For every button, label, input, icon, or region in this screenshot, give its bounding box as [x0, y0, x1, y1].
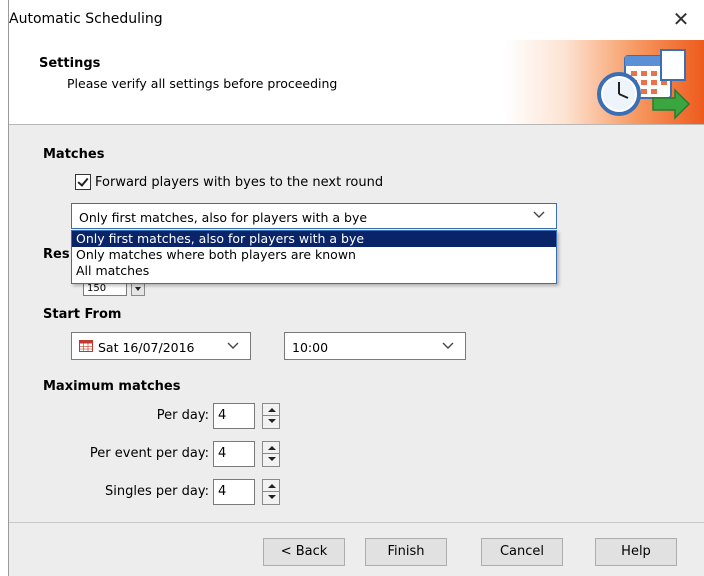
match-mode-value: Only first matches, also for players wit… — [79, 210, 368, 225]
start-time-select[interactable]: 10:00 — [284, 332, 466, 360]
back-button[interactable]: < Back — [263, 538, 345, 566]
spin-up-icon[interactable] — [262, 441, 280, 454]
spin-up-icon[interactable] — [262, 403, 280, 416]
dropdown-option-known-players[interactable]: Only matches where both players are know… — [72, 247, 556, 263]
per-event-per-day-label: Per event per day: — [89, 446, 209, 461]
forward-byes-label: Forward players with byes to the next ro… — [95, 174, 384, 190]
close-icon[interactable]: ✕ — [669, 7, 693, 31]
match-mode-dropdown-list: Only first matches, also for players wit… — [71, 230, 557, 284]
per-day-input[interactable]: 4 — [213, 403, 255, 429]
wizard-header: Settings Please verify all settings befo… — [9, 40, 704, 125]
check-icon — [77, 175, 89, 187]
help-button[interactable]: Help — [595, 538, 677, 566]
header-subtitle: Please verify all settings before procee… — [67, 76, 338, 91]
start-time-value: 10:00 — [292, 340, 329, 355]
spin-up-icon[interactable] — [262, 479, 280, 492]
match-mode-select[interactable]: Only first matches, also for players wit… — [71, 203, 557, 229]
schedule-calendar-clock-icon — [597, 49, 691, 120]
calendar-icon — [79, 340, 93, 352]
maximum-matches-section-label: Maximum matches — [43, 379, 181, 394]
header-title: Settings — [39, 56, 101, 71]
start-date-picker[interactable]: Sat 16/07/2016 — [71, 332, 251, 360]
per-event-per-day-spinner[interactable] — [262, 441, 280, 467]
chevron-down-icon[interactable] — [441, 341, 455, 351]
per-day-label: Per day: — [156, 408, 209, 423]
singles-per-day-spinner[interactable] — [262, 479, 280, 505]
matches-section-label: Matches — [43, 147, 105, 162]
rest-spinner[interactable]: 150 — [83, 282, 149, 298]
spin-down-icon[interactable] — [262, 416, 280, 429]
dropdown-option-first-matches[interactable]: Only first matches, also for players wit… — [72, 231, 556, 247]
cancel-button[interactable]: Cancel — [481, 538, 563, 566]
title-bar: Automatic Scheduling ✕ — [9, 0, 704, 40]
automatic-scheduling-dialog: Automatic Scheduling ✕ Settings Please v… — [8, 0, 704, 576]
chevron-down-icon[interactable] — [226, 341, 240, 351]
finish-button[interactable]: Finish — [365, 538, 447, 566]
chevron-down-icon[interactable] — [532, 210, 546, 220]
per-event-per-day-input[interactable]: 4 — [213, 441, 255, 467]
window-title: Automatic Scheduling — [9, 11, 163, 27]
rest-value[interactable]: 150 — [83, 282, 127, 296]
spin-down-icon[interactable] — [262, 492, 280, 505]
dropdown-option-all-matches[interactable]: All matches — [72, 263, 556, 279]
per-day-spinner[interactable] — [262, 403, 280, 429]
footer-divider — [9, 522, 704, 523]
forward-byes-checkbox[interactable] — [75, 174, 91, 190]
forward-byes-row[interactable]: Forward players with byes to the next ro… — [75, 174, 383, 190]
rest-section-label: Res — [43, 247, 70, 262]
singles-per-day-input[interactable]: 4 — [213, 479, 255, 505]
singles-per-day-label: Singles per day: — [105, 484, 209, 499]
spin-down-icon[interactable] — [262, 454, 280, 467]
start-from-section-label: Start From — [43, 307, 122, 322]
start-date-value: Sat 16/07/2016 — [98, 340, 195, 355]
rest-spin-down[interactable] — [131, 282, 145, 296]
